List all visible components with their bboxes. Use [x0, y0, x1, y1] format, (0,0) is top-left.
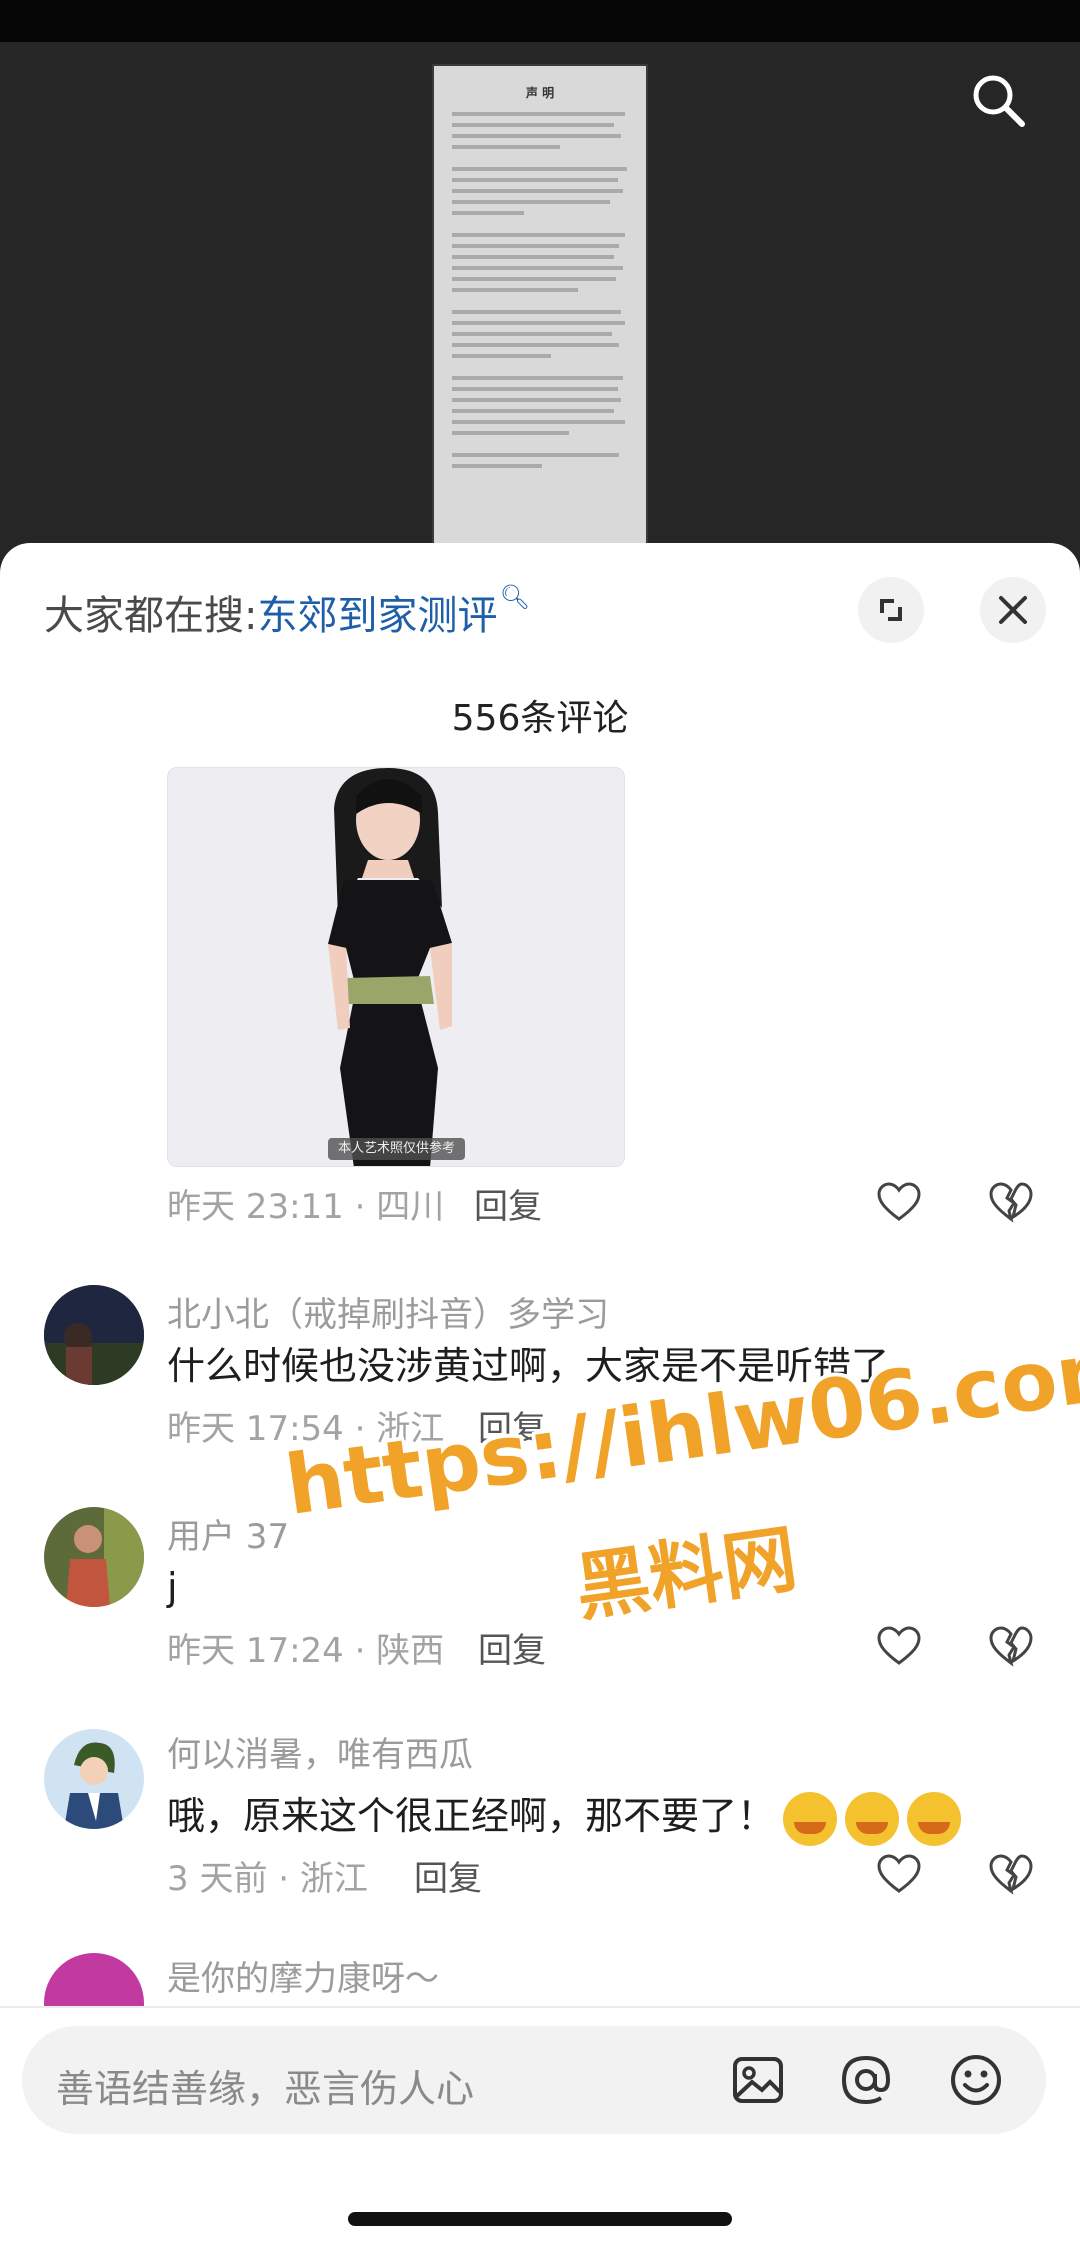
laugh-emoji-icon — [845, 1791, 900, 1846]
laugh-emoji-icon — [907, 1791, 962, 1846]
heart-icon[interactable] — [876, 1625, 922, 1667]
emoji-icon[interactable] — [948, 2052, 1004, 2108]
document-image: 声 明 — [434, 66, 646, 566]
comment-time-location: 昨天 17:24 · 陕西 — [167, 1631, 445, 1671]
search-icon: 🔍︎ — [499, 583, 530, 611]
heart-icon[interactable] — [876, 1181, 922, 1223]
comment-input[interactable]: 善语结善缘，恶言伤人心 — [22, 2026, 1046, 2134]
comment-photo[interactable]: 本人艺术照仅供参考 — [167, 767, 625, 1167]
reply-button[interactable]: 回复 — [474, 1179, 542, 1228]
laugh-emoji-icon — [783, 1791, 838, 1846]
comment-time-location: 3 天前 · 浙江 — [167, 1859, 368, 1899]
status-bar — [0, 0, 1080, 42]
broken-heart-icon[interactable] — [988, 1181, 1034, 1223]
avatar[interactable] — [44, 1285, 144, 1385]
comment-username[interactable]: 用户 37 — [167, 1509, 289, 1558]
comment-count: 556条评论 — [451, 698, 629, 739]
image-icon[interactable] — [730, 2052, 786, 2108]
avatar[interactable] — [44, 1507, 144, 1607]
comment-text: 哦，原来这个很正经啊，那不要了！ — [167, 1785, 962, 1846]
at-icon[interactable] — [838, 2052, 894, 2108]
comment-username[interactable]: 北小北（戒掉刷抖音）多学习 — [167, 1287, 609, 1336]
hot-search-bar[interactable]: 大家都在搜:东郊到家测评🔍︎ — [44, 583, 530, 641]
comment-time-location: 昨天 23:11 · 四川 — [167, 1187, 445, 1227]
expand-icon — [880, 599, 902, 621]
portrait-image — [168, 768, 624, 1166]
comment-username[interactable]: 是你的摩力康呀～ — [167, 1951, 439, 2000]
divider — [0, 2006, 1080, 2008]
hot-search-keyword[interactable]: 东郊到家测评 — [257, 593, 497, 639]
comment-username[interactable]: 何以消暑，唯有西瓜 — [167, 1727, 473, 1776]
photo-caption: 本人艺术照仅供参考 — [328, 1138, 466, 1160]
broken-heart-icon[interactable] — [988, 1853, 1034, 1895]
home-indicator[interactable] — [348, 2212, 732, 2226]
expand-button[interactable] — [858, 577, 924, 643]
comment-text: j — [167, 1565, 178, 1609]
close-button[interactable] — [980, 577, 1046, 643]
comment-input-placeholder: 善语结善缘，恶言伤人心 — [56, 2067, 475, 2111]
search-icon[interactable] — [968, 70, 1028, 130]
document-title: 声 明 — [525, 86, 555, 100]
close-icon — [999, 596, 1027, 624]
reply-button[interactable]: 回复 — [414, 1851, 482, 1900]
broken-heart-icon[interactable] — [988, 1625, 1034, 1667]
avatar[interactable] — [44, 1953, 144, 2006]
heart-icon[interactable] — [876, 1853, 922, 1895]
reply-button[interactable]: 回复 — [478, 1623, 546, 1672]
hot-search-prefix: 大家都在搜: — [44, 593, 258, 639]
sheet-header: 大家都在搜:东郊到家测评🔍︎ 556条评论 — [0, 543, 1080, 739]
avatar[interactable] — [44, 1729, 144, 1829]
